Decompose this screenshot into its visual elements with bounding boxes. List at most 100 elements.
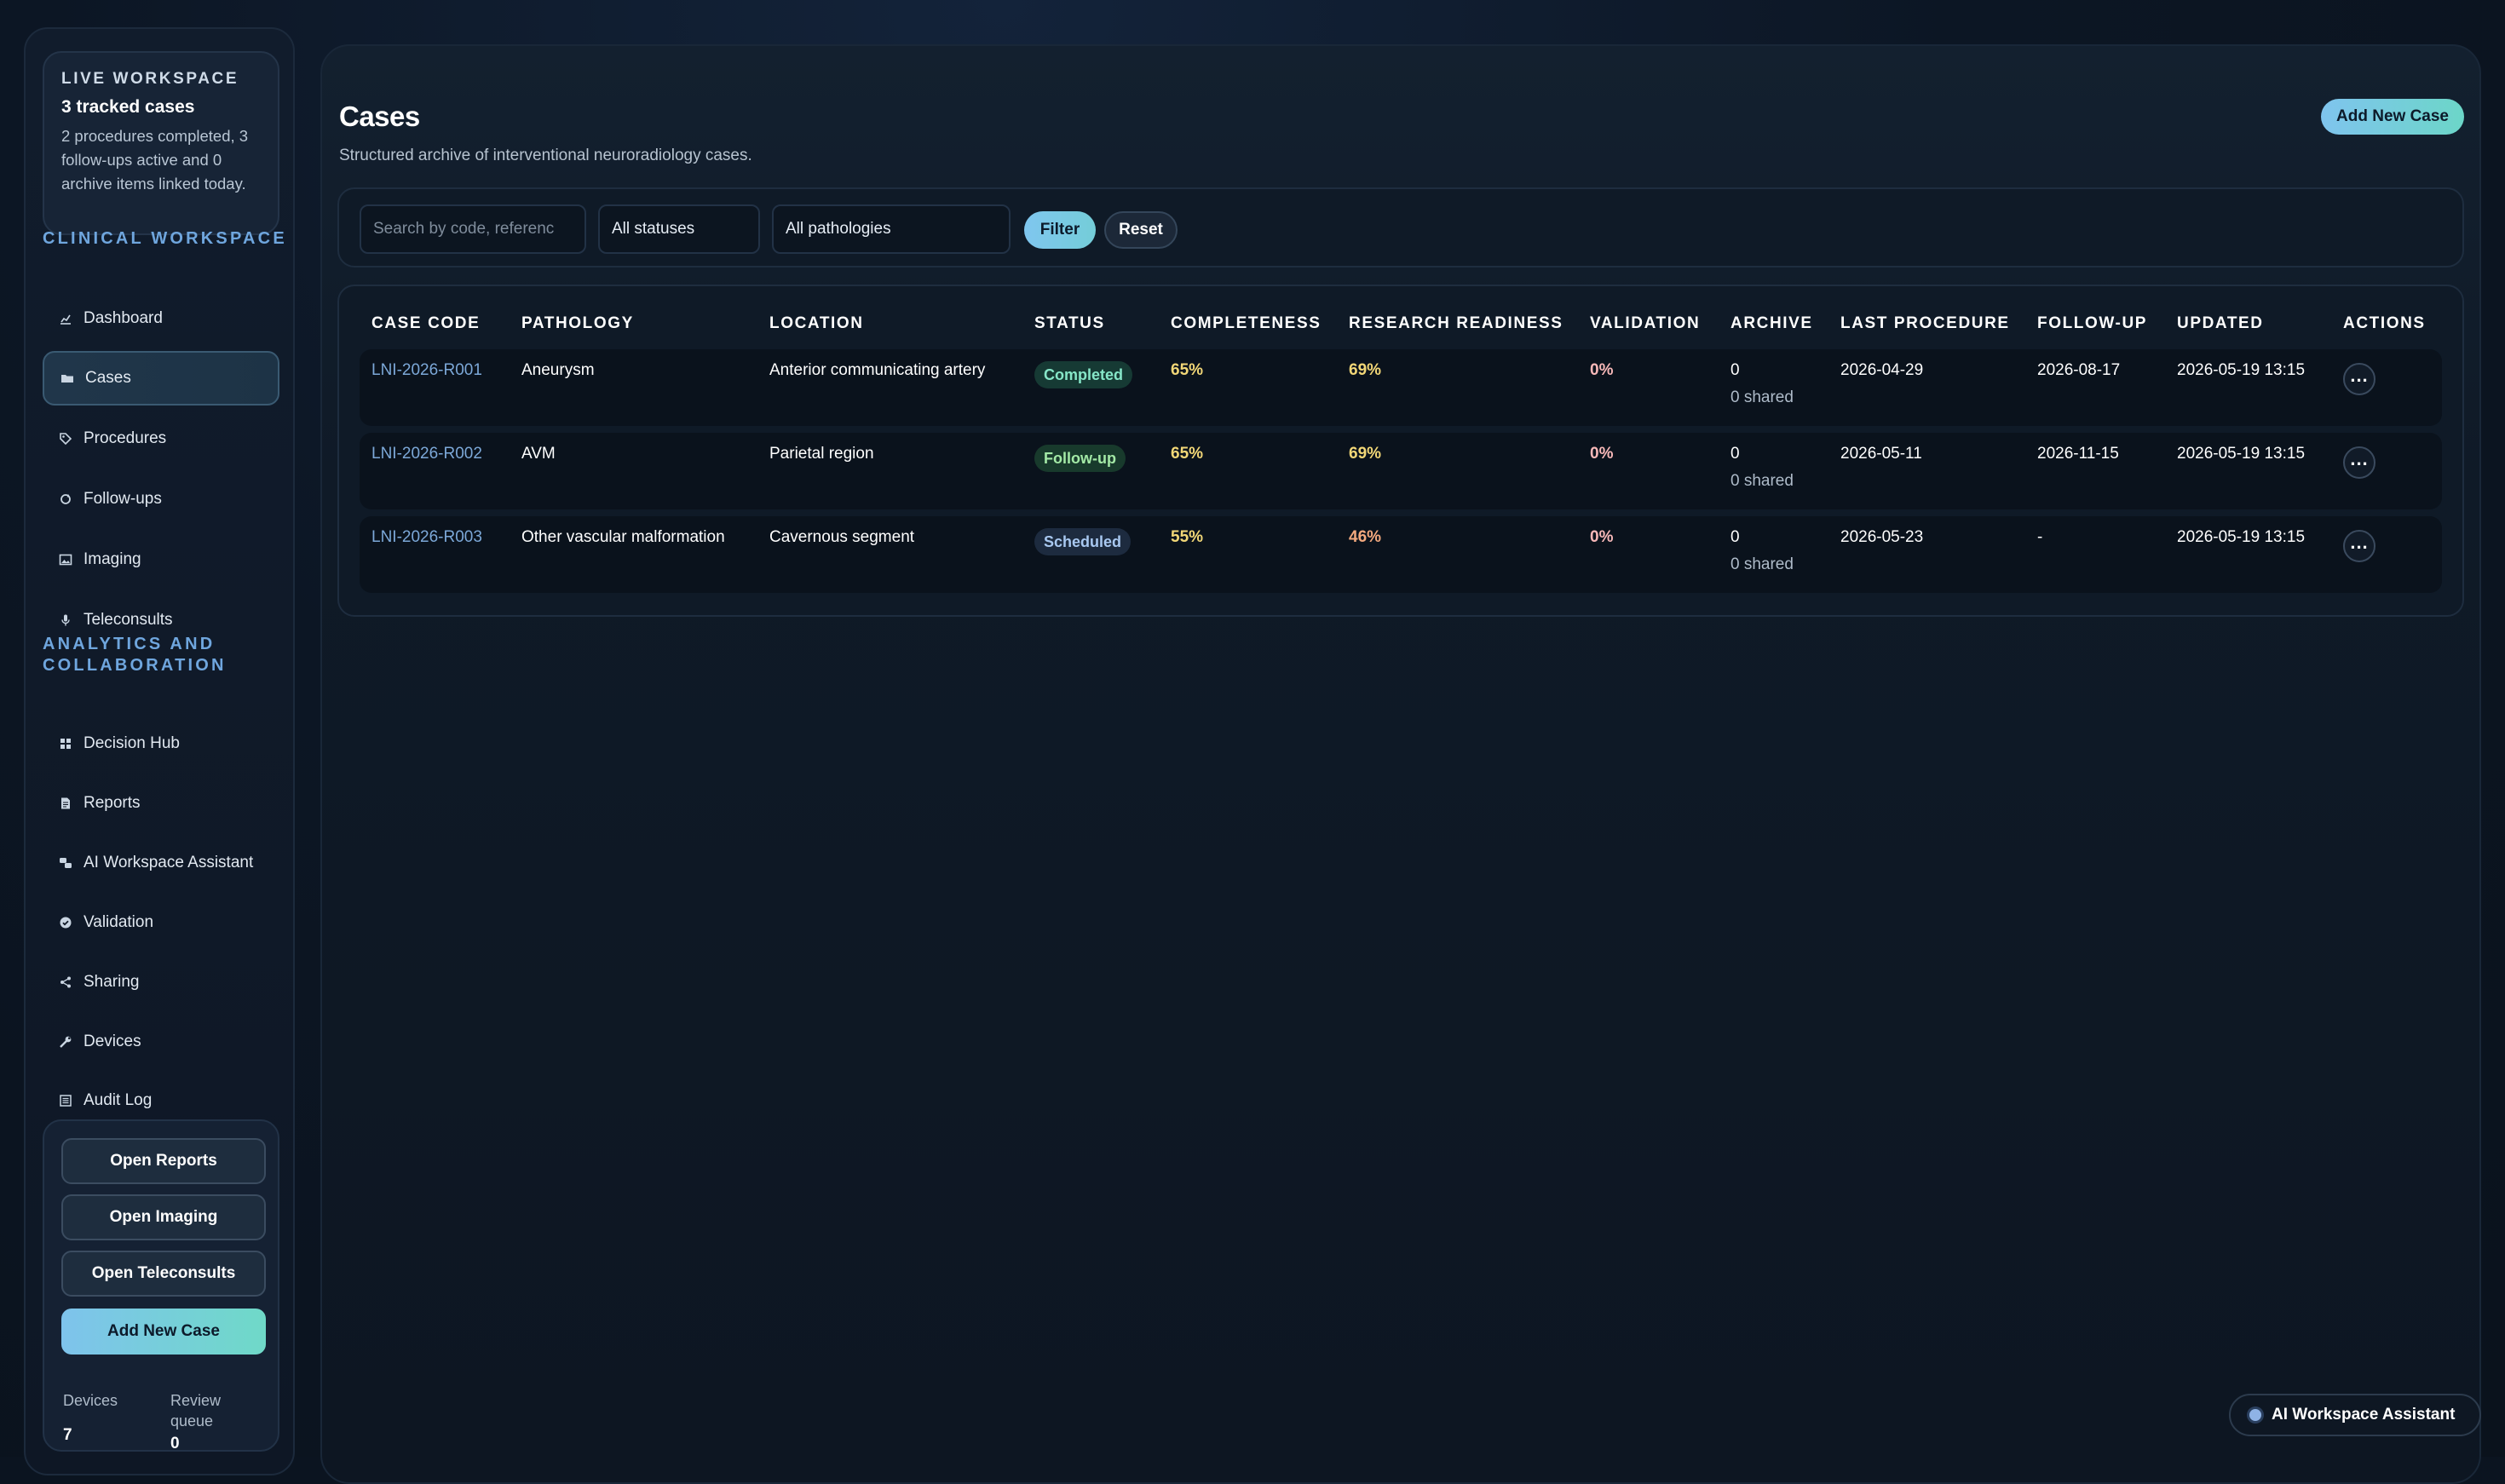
column-header-status[interactable]: STATUS <box>1034 314 1105 333</box>
page-title: Cases <box>339 101 420 132</box>
analytics-heading: ANALYTICS AND COLLABORATION <box>43 635 227 675</box>
quick-actions-card: Open Reports Open Imaging Open Teleconsu… <box>43 1119 279 1452</box>
review-queue-stat-value: 0 <box>170 1435 180 1452</box>
sidebar-item-label: AI Workspace Assistant <box>84 854 254 871</box>
pathology-cell: Other vascular malformation <box>521 528 725 546</box>
sidebar-item-devices[interactable]: Devices <box>43 1015 279 1069</box>
column-header-case-code[interactable]: CASE CODE <box>371 314 480 333</box>
filter-button[interactable]: Filter <box>1024 211 1096 249</box>
case-code-link[interactable]: LNI-2026-R002 <box>371 445 482 463</box>
column-header-completeness[interactable]: COMPLETENESS <box>1171 314 1322 333</box>
column-header-updated[interactable]: UPDATED <box>2177 314 2264 333</box>
ai-workspace-assistant-button[interactable]: AI Workspace Assistant <box>2229 1394 2481 1436</box>
completeness-cell: 65% <box>1171 361 1204 379</box>
table-row[interactable]: LNI-2026-R001 Aneurysm Anterior communic… <box>360 349 2442 426</box>
follow-up-cell: 2026-11-15 <box>2037 445 2119 463</box>
pathology-cell: AVM <box>521 445 556 463</box>
sidebar-item-dashboard[interactable]: Dashboard <box>43 291 279 346</box>
row-actions-more-icon[interactable]: ... <box>2343 446 2375 479</box>
list-icon <box>58 1093 73 1108</box>
add-new-case-header-button[interactable]: Add New Case <box>2321 99 2464 135</box>
live-workspace-kicker: LIVE WORKSPACE <box>61 70 239 88</box>
archive-count-cell: 0 <box>1730 528 1740 546</box>
sidebar-item-decision-hub[interactable]: Decision Hub <box>43 716 279 771</box>
sidebar-item-follow-ups[interactable]: Follow-ups <box>43 472 279 526</box>
page-subtitle: Structured archive of interventional neu… <box>339 147 752 164</box>
last-procedure-cell: 2026-05-23 <box>1840 528 1924 546</box>
reset-button[interactable]: Reset <box>1104 211 1178 249</box>
sidebar-item-label: Cases <box>85 369 131 387</box>
column-header-location[interactable]: LOCATION <box>769 314 864 333</box>
location-cell: Cavernous segment <box>769 528 915 546</box>
share-icon <box>58 975 73 990</box>
status-select[interactable]: All statuses <box>598 204 760 254</box>
sidebar-item-label: Procedures <box>84 429 167 447</box>
sidebar-item-validation[interactable]: Validation <box>43 895 279 950</box>
devices-stat-label: Devices <box>63 1392 118 1409</box>
sidebar-item-label: Validation <box>84 913 154 931</box>
tag-icon <box>58 431 73 446</box>
devices-stat-value: 7 <box>63 1426 72 1444</box>
last-procedure-cell: 2026-04-29 <box>1840 361 1924 379</box>
table-row[interactable]: LNI-2026-R003 Other vascular malformatio… <box>360 516 2442 593</box>
sidebar-item-label: Decision Hub <box>84 734 180 752</box>
validation-cell: 0% <box>1590 445 1614 463</box>
row-actions-more-icon[interactable]: ... <box>2343 530 2375 562</box>
research-readiness-cell: 46% <box>1349 528 1382 546</box>
row-actions-more-icon[interactable]: ... <box>2343 363 2375 395</box>
column-header-validation[interactable]: VALIDATION <box>1590 314 1700 333</box>
sidebar-item-label: Audit Log <box>84 1091 153 1109</box>
search-input[interactable]: Search by code, referenc <box>360 204 586 254</box>
sidebar-item-ai-workspace-assistant[interactable]: AI Workspace Assistant <box>43 836 279 890</box>
open-teleconsults-button[interactable]: Open Teleconsults <box>61 1251 266 1297</box>
open-reports-button[interactable]: Open Reports <box>61 1138 266 1184</box>
table-row[interactable]: LNI-2026-R002 AVM Parietal region Follow… <box>360 433 2442 509</box>
updated-cell: 2026-05-19 13:15 <box>2177 528 2306 546</box>
open-imaging-button[interactable]: Open Imaging <box>61 1194 266 1240</box>
grid-icon <box>58 736 73 751</box>
live-workspace-card: LIVE WORKSPACE 3 tracked cases 2 procedu… <box>43 51 279 235</box>
wrench-icon <box>58 1034 73 1050</box>
status-badge: Completed <box>1034 361 1133 388</box>
sidebar-item-label: Devices <box>84 1032 141 1050</box>
tracked-cases-title: 3 tracked cases <box>61 97 195 117</box>
image-icon <box>58 552 73 567</box>
follow-up-cell: 2026-08-17 <box>2037 361 2121 379</box>
sidebar-item-label: Dashboard <box>84 309 163 327</box>
status-badge: Follow-up <box>1034 445 1126 472</box>
clinical-workspace-heading: CLINICAL WORKSPACE <box>43 229 287 248</box>
column-header-last-procedure[interactable]: LAST PROCEDURE <box>1840 314 2010 333</box>
sidebar: LIVE WORKSPACE 3 tracked cases 2 procedu… <box>24 27 295 1475</box>
column-header-follow-up[interactable]: FOLLOW-UP <box>2037 314 2147 333</box>
archive-shared-cell: 0 shared <box>1730 388 1794 406</box>
case-code-link[interactable]: LNI-2026-R001 <box>371 361 482 380</box>
document-icon <box>58 796 73 811</box>
sidebar-item-imaging[interactable]: Imaging <box>43 532 279 587</box>
archive-shared-cell: 0 shared <box>1730 555 1794 573</box>
location-cell: Parietal region <box>769 445 874 463</box>
case-code-link[interactable]: LNI-2026-R003 <box>371 528 482 547</box>
column-header-pathology[interactable]: PATHOLOGY <box>521 314 634 333</box>
filter-bar: Search by code, referenc All statuses Al… <box>337 187 2464 267</box>
pathology-select[interactable]: All pathologies <box>772 204 1011 254</box>
sidebar-item-label: Follow-ups <box>84 490 162 508</box>
status-badge: Scheduled <box>1034 528 1132 555</box>
pathology-cell: Aneurysm <box>521 361 595 379</box>
last-procedure-cell: 2026-05-11 <box>1840 445 1922 463</box>
sidebar-item-label: Imaging <box>84 550 141 568</box>
research-readiness-cell: 69% <box>1349 361 1382 379</box>
sidebar-item-cases[interactable]: Cases <box>43 351 279 406</box>
updated-cell: 2026-05-19 13:15 <box>2177 445 2306 463</box>
check-circle-icon <box>58 915 73 930</box>
add-new-case-button[interactable]: Add New Case <box>61 1309 266 1355</box>
archive-count-cell: 0 <box>1730 445 1740 463</box>
column-header-archive[interactable]: ARCHIVE <box>1730 314 1813 333</box>
microphone-icon <box>58 613 73 628</box>
sidebar-item-reports[interactable]: Reports <box>43 776 279 831</box>
chart-icon <box>58 311 73 326</box>
sidebar-item-sharing[interactable]: Sharing <box>43 955 279 1009</box>
research-readiness-cell: 69% <box>1349 445 1382 463</box>
column-header-research-readiness[interactable]: RESEARCH READINESS <box>1349 314 1563 333</box>
assistant-icon <box>58 855 73 871</box>
sidebar-item-procedures[interactable]: Procedures <box>43 411 279 466</box>
